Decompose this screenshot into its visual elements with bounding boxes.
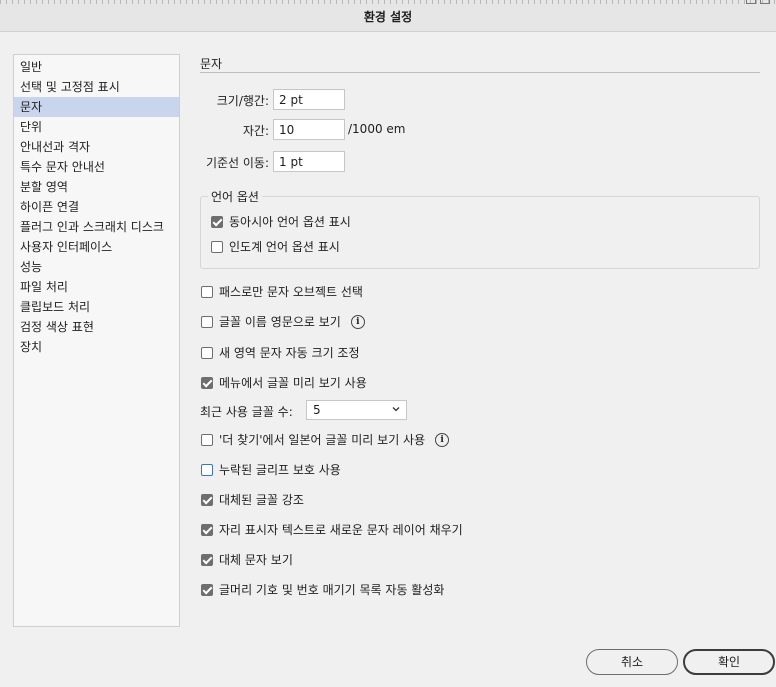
missing-glyph-checkbox[interactable] [201, 463, 213, 476]
sidebar-item[interactable]: 클립보드 처리 [14, 297, 179, 317]
title-bar: 환경 설정 [0, 0, 776, 32]
auto-lists-checkbox[interactable] [201, 583, 213, 596]
sidebar-item[interactable]: 하이픈 연결 [14, 197, 179, 217]
highlight-substituted-checkbox[interactable] [201, 493, 213, 506]
sidebar-item[interactable]: 사용자 인터페이스 [14, 237, 179, 257]
japanese-preview-checkbox[interactable] [201, 433, 213, 446]
fill-placeholder-checkbox[interactable] [201, 523, 213, 536]
fill-placeholder-label: 자리 표시자 텍스트로 새로운 문자 레이어 채우기 [219, 523, 463, 537]
sidebar-item[interactable]: 안내선과 격자 [14, 137, 179, 157]
tracking-label: 자간: [242, 124, 269, 138]
missing-glyph-label: 누락된 글리프 보호 사용 [219, 463, 341, 477]
menu-preview-checkbox[interactable] [201, 376, 213, 389]
auto-size-label: 새 영역 문자 자동 크기 조정 [219, 346, 360, 360]
chevron-down-icon [392, 407, 400, 412]
top-edge-pattern [0, 0, 776, 4]
sidebar-item[interactable]: 성능 [14, 257, 179, 277]
recent-fonts-label: 최근 사용 글꼴 수: [200, 405, 293, 419]
auto-lists-option[interactable]: 글머리 기호 및 번호 매기기 목록 자동 활성화 [201, 581, 444, 598]
language-options-title: 언어 옵션 [208, 188, 262, 205]
path-only-option[interactable]: 패스로만 문자 오브젝트 선택 [201, 283, 363, 300]
recent-fonts-value: 5 [313, 403, 321, 417]
tracking-unit: /1000 em [348, 122, 406, 136]
menu-preview-label: 메뉴에서 글꼴 미리 보기 사용 [219, 376, 367, 390]
path-only-checkbox[interactable] [201, 285, 213, 298]
show-alternates-checkbox[interactable] [201, 553, 213, 566]
highlight-substituted-label: 대체된 글꼴 강조 [219, 493, 304, 507]
sidebar-item[interactable]: 파일 처리 [14, 277, 179, 297]
window-icon-b [760, 0, 770, 4]
auto-size-checkbox[interactable] [201, 346, 213, 359]
sidebar-item[interactable]: 단위 [14, 117, 179, 137]
size-leading-label: 크기/행간: [216, 94, 269, 108]
indic-option[interactable]: 인도계 언어 옵션 표시 [211, 238, 340, 255]
auto-lists-label: 글머리 기호 및 번호 매기기 목록 자동 활성화 [219, 583, 445, 597]
cancel-button[interactable]: 취소 [586, 649, 678, 675]
font-names-english-option[interactable]: 글꼴 이름 영문으로 보기 i [201, 313, 365, 330]
show-alternates-label: 대체 문자 보기 [219, 553, 293, 567]
ok-button[interactable]: 확인 [683, 649, 775, 675]
indic-label: 인도계 언어 옵션 표시 [229, 240, 340, 254]
font-names-english-checkbox[interactable] [201, 315, 213, 328]
east-asian-checkbox[interactable] [211, 215, 223, 228]
sidebar-item[interactable]: 문자 [14, 97, 179, 117]
preferences-sidebar: 일반 선택 및 고정점 표시 문자 단위 안내선과 격자 특수 문자 안내선 분할 영역 하이… [13, 54, 180, 627]
sidebar-item[interactable]: 플러그 인과 스크래치 디스크 [14, 217, 179, 237]
auto-size-option[interactable]: 새 영역 문자 자동 크기 조정 [201, 344, 360, 361]
path-only-label: 패스로만 문자 오브젝트 선택 [219, 285, 363, 299]
size-leading-field[interactable] [273, 89, 345, 110]
sidebar-item[interactable]: 장치 [14, 337, 179, 357]
japanese-preview-label: '더 찾기'에서 일본어 글꼴 미리 보기 사용 [219, 433, 426, 447]
indic-checkbox[interactable] [211, 240, 223, 253]
sidebar-item[interactable]: 검정 색상 표현 [14, 317, 179, 337]
sidebar-item[interactable]: 특수 문자 안내선 [14, 157, 179, 177]
section-title: 문자 [200, 57, 223, 71]
sidebar-item[interactable]: 분할 영역 [14, 177, 179, 197]
highlight-substituted-option[interactable]: 대체된 글꼴 강조 [201, 491, 304, 508]
menu-preview-option[interactable]: 메뉴에서 글꼴 미리 보기 사용 [201, 374, 367, 391]
east-asian-label: 동아시아 언어 옵션 표시 [229, 215, 351, 229]
info-icon[interactable]: i [435, 432, 450, 447]
sidebar-item[interactable]: 선택 및 고정점 표시 [14, 77, 179, 97]
info-icon[interactable]: i [350, 314, 365, 329]
fill-placeholder-option[interactable]: 자리 표시자 텍스트로 새로운 문자 레이어 채우기 [201, 521, 463, 538]
tracking-field[interactable] [273, 119, 345, 140]
language-options-group [200, 196, 760, 269]
missing-glyph-option[interactable]: 누락된 글리프 보호 사용 [201, 461, 341, 478]
font-names-english-label: 글꼴 이름 영문으로 보기 [219, 315, 341, 329]
window-controls [746, 0, 770, 4]
japanese-preview-option[interactable]: '더 찾기'에서 일본어 글꼴 미리 보기 사용 i [201, 431, 450, 448]
window-icon-a [746, 0, 756, 4]
section-divider [200, 72, 760, 73]
sidebar-item[interactable]: 일반 [14, 57, 179, 77]
east-asian-option[interactable]: 동아시아 언어 옵션 표시 [211, 213, 351, 230]
recent-fonts-select[interactable]: 5 [306, 400, 407, 420]
show-alternates-option[interactable]: 대체 문자 보기 [201, 551, 293, 568]
baseline-shift-label: 기준선 이동: [205, 156, 269, 170]
window-title: 환경 설정 [363, 10, 413, 24]
baseline-shift-field[interactable] [273, 151, 345, 172]
